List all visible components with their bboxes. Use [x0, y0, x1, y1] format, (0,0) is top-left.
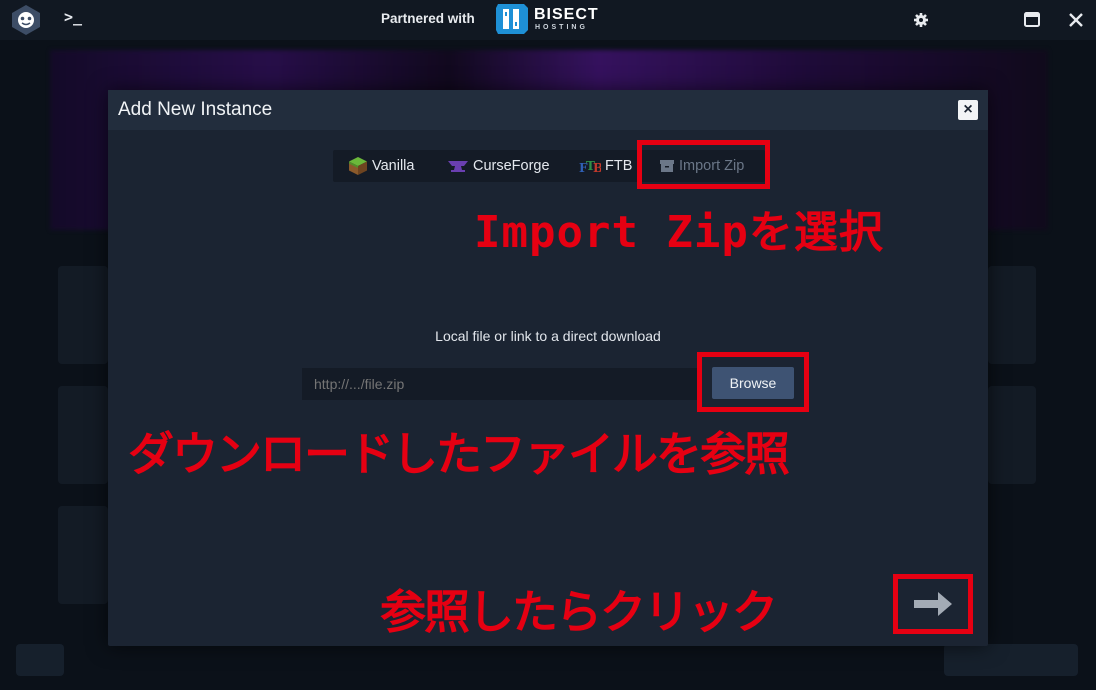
background-card	[58, 386, 108, 484]
tab-ftb[interactable]: F T B FTB	[579, 150, 632, 182]
tab-curseforge[interactable]: CurseForge	[447, 150, 550, 182]
tab-label: FTB	[605, 158, 633, 175]
title-bar: >_ Partnered with BISECT HOSTING	[0, 0, 1096, 40]
svg-text:B: B	[593, 161, 601, 174]
background-button	[16, 644, 64, 676]
highlight-next-button	[893, 574, 973, 634]
highlight-browse-button	[697, 352, 809, 412]
terminal-icon[interactable]: >_	[64, 8, 86, 30]
tab-label: Vanilla	[372, 158, 415, 175]
dialog-title: Add New Instance	[118, 99, 273, 120]
app-logo-icon[interactable]	[10, 4, 42, 36]
sponsor-subtitle: HOSTING	[535, 24, 588, 31]
ftb-icon: F T B	[579, 159, 601, 174]
dialog-header: Add New Instance ×	[108, 90, 988, 130]
tab-label: CurseForge	[473, 158, 550, 175]
background-card	[58, 506, 108, 604]
background-button	[944, 644, 1078, 676]
dialog-close-button[interactable]: ×	[958, 100, 978, 120]
anvil-icon	[448, 161, 468, 173]
sponsor-name: BISECT	[534, 6, 599, 23]
source-field-label: Local file or link to a direct download	[435, 328, 661, 344]
close-icon[interactable]	[1065, 9, 1087, 31]
gear-icon[interactable]	[910, 9, 932, 31]
minimize-icon[interactable]	[1021, 9, 1043, 31]
highlight-import-tab	[637, 140, 770, 189]
zip-url-input[interactable]	[302, 368, 702, 400]
background-card	[988, 266, 1036, 364]
annotation-step-3: 参照したらクリック	[380, 585, 778, 639]
background-card	[988, 386, 1036, 484]
background-card	[58, 266, 108, 364]
add-instance-dialog: Add New Instance × Vanilla CurseForge F …	[108, 90, 988, 646]
annotation-step-2: ダウンロードしたファイルを参照	[128, 427, 790, 481]
annotation-step-1: Import Zipを選択	[474, 207, 884, 258]
partner-text: Partnered with	[381, 11, 475, 26]
bisect-logo-icon[interactable]	[494, 2, 530, 36]
tab-vanilla[interactable]: Vanilla	[348, 150, 414, 182]
grass-block-icon	[349, 157, 367, 176]
